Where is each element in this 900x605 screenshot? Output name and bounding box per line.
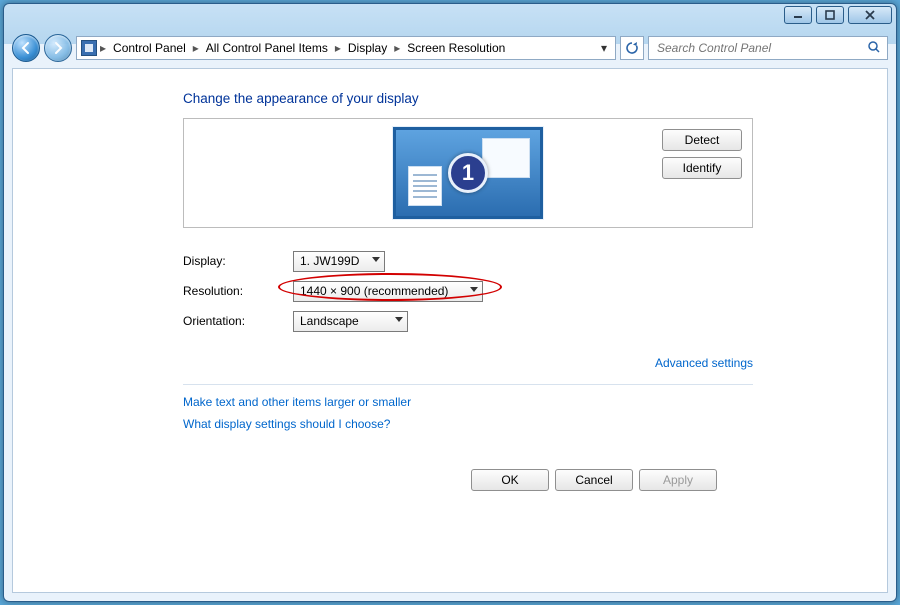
maximize-button[interactable] bbox=[816, 6, 844, 24]
search-input[interactable] bbox=[655, 40, 881, 56]
identify-button[interactable]: Identify bbox=[662, 157, 742, 179]
close-button[interactable] bbox=[848, 6, 892, 24]
dialog-buttons: OK Cancel Apply bbox=[471, 469, 717, 491]
chevron-down-icon bbox=[395, 317, 403, 322]
minimize-button[interactable] bbox=[784, 6, 812, 24]
control-panel-icon bbox=[81, 40, 97, 56]
advanced-settings-link[interactable]: Advanced settings bbox=[655, 356, 753, 370]
display-label: Display: bbox=[183, 254, 293, 268]
monitor-number-badge: 1 bbox=[448, 153, 488, 193]
resolution-select[interactable]: 1440 × 900 (recommended) bbox=[293, 281, 483, 302]
resolution-label: Resolution: bbox=[183, 284, 293, 298]
breadcrumb-2[interactable]: Display bbox=[344, 39, 391, 57]
screen-resolution-window: ▸ Control Panel ▸ All Control Panel Item… bbox=[3, 3, 897, 602]
chevron-down-icon bbox=[470, 287, 478, 292]
refresh-button[interactable] bbox=[620, 36, 644, 60]
orientation-label: Orientation: bbox=[183, 314, 293, 328]
breadcrumb-0[interactable]: Control Panel bbox=[109, 39, 190, 57]
breadcrumb-3[interactable]: Screen Resolution bbox=[403, 39, 509, 57]
forward-button[interactable] bbox=[44, 34, 72, 62]
content-pane: Change the appearance of your display 1 … bbox=[12, 68, 888, 593]
display-select[interactable]: 1. JW199D bbox=[293, 251, 385, 272]
toolbar: ▸ Control Panel ▸ All Control Panel Item… bbox=[12, 32, 888, 64]
back-button[interactable] bbox=[12, 34, 40, 62]
orientation-select[interactable]: Landscape bbox=[293, 311, 408, 332]
page-heading: Change the appearance of your display bbox=[183, 91, 753, 106]
search-box[interactable] bbox=[648, 36, 888, 60]
monitor-thumbnail[interactable]: 1 bbox=[393, 127, 543, 219]
ok-button[interactable]: OK bbox=[471, 469, 549, 491]
help-link[interactable]: What display settings should I choose? bbox=[183, 417, 753, 431]
display-preview[interactable]: 1 Detect Identify bbox=[183, 118, 753, 228]
address-dropdown-icon[interactable]: ▾ bbox=[597, 41, 611, 55]
chevron-down-icon bbox=[372, 257, 380, 262]
address-bar[interactable]: ▸ Control Panel ▸ All Control Panel Item… bbox=[76, 36, 616, 60]
detect-button[interactable]: Detect bbox=[662, 129, 742, 151]
cancel-button[interactable]: Cancel bbox=[555, 469, 633, 491]
text-size-link[interactable]: Make text and other items larger or smal… bbox=[183, 395, 753, 409]
window-titlebar bbox=[4, 4, 896, 32]
breadcrumb-1[interactable]: All Control Panel Items bbox=[202, 39, 332, 57]
breadcrumb-sep: ▸ bbox=[99, 41, 107, 55]
search-icon bbox=[867, 40, 881, 57]
apply-button[interactable]: Apply bbox=[639, 469, 717, 491]
